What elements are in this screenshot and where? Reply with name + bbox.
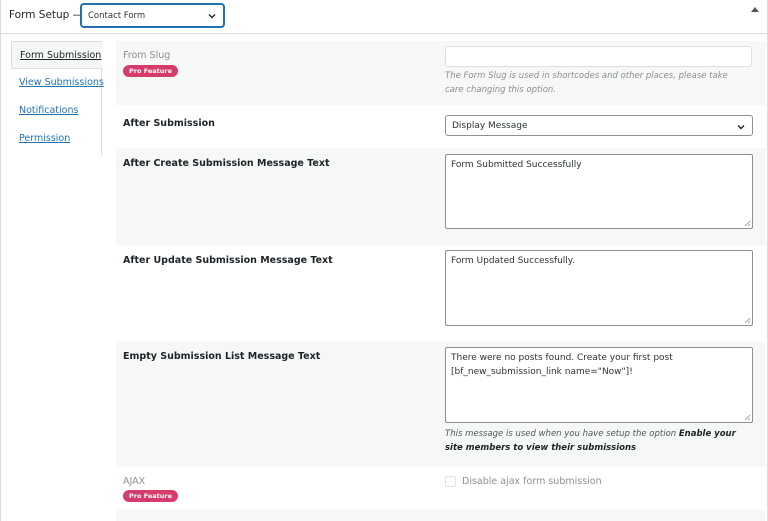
form-slug-input[interactable] xyxy=(445,46,752,67)
form-select-value: Contact Form xyxy=(88,11,146,21)
after-create-message-value: Form Submitted Successfully xyxy=(451,160,582,170)
tab-notifications[interactable]: Notifications xyxy=(11,97,102,125)
after-update-message-row: After Update Submission Message Text For… xyxy=(116,245,766,342)
after-update-message-value: Form Updated Successfully. xyxy=(451,256,575,266)
form-select[interactable]: Contact Form xyxy=(81,4,224,27)
empty-list-message-help-text: This message is used when you have setup… xyxy=(445,429,677,439)
ajax-label: AJAX xyxy=(123,476,146,487)
after-submission-value: Display Message xyxy=(452,121,528,131)
tab-view-submissions[interactable]: View Submissions xyxy=(11,69,104,97)
panel-header: Form Setup — Contact Form xyxy=(1,0,768,34)
after-create-message-row: After Create Submission Message Text For… xyxy=(116,148,766,245)
after-create-message-label: After Create Submission Message Text xyxy=(123,158,330,169)
settings-rows: From Slug Pro Feature The Form Slug is u… xyxy=(116,41,766,521)
after-submission-select[interactable]: Display Message xyxy=(445,115,753,136)
collapse-arrow-icon[interactable] xyxy=(751,6,759,12)
after-create-message-textarea[interactable]: Form Submitted Successfully xyxy=(445,154,753,229)
panel-title: Form Setup — xyxy=(9,9,84,21)
pro-feature-badge: Pro Feature xyxy=(123,65,179,77)
after-submission-label: After Submission xyxy=(123,118,215,129)
empty-list-message-line2: [bf_new_submission_link name="Now"]! xyxy=(451,367,633,377)
after-update-message-textarea[interactable]: Form Updated Successfully. xyxy=(445,250,753,326)
empty-list-message-label: Empty Submission List Message Text xyxy=(123,351,321,362)
form-slug-label: From Slug xyxy=(123,50,171,61)
form-slug-help: The Form Slug is used in shortcodes and … xyxy=(445,71,728,95)
disable-ajax-label: Disable ajax form submission xyxy=(462,476,602,487)
pro-feature-badge: Pro Feature xyxy=(123,490,179,502)
resize-handle-icon[interactable] xyxy=(744,220,751,227)
after-submission-row: After Submission Display Message xyxy=(116,105,766,148)
empty-list-message-row: Empty Submission List Message Text There… xyxy=(116,342,766,467)
tab-permission[interactable]: Permission xyxy=(11,125,102,153)
ajax-row: AJAX Pro Feature Disable ajax form submi… xyxy=(116,467,766,510)
form-slug-row: From Slug Pro Feature The Form Slug is u… xyxy=(116,41,766,105)
tab-form-submission[interactable]: Form Submission xyxy=(11,41,102,69)
settings-tabs: Form Submission View Submissions Notific… xyxy=(11,41,104,155)
chevron-down-icon xyxy=(208,14,216,19)
disable-ajax-checkbox[interactable] xyxy=(445,476,456,487)
resize-handle-icon[interactable] xyxy=(744,414,751,421)
empty-list-message-line1: There were no posts found. Create your f… xyxy=(451,353,673,363)
empty-list-message-textarea[interactable]: There were no posts found. Create your f… xyxy=(445,347,753,423)
after-update-message-label: After Update Submission Message Text xyxy=(123,255,333,266)
empty-list-message-help: This message is used when you have setup… xyxy=(445,427,745,455)
chevron-down-icon xyxy=(737,125,745,130)
resize-handle-icon[interactable] xyxy=(744,317,751,324)
next-setting-row xyxy=(116,510,766,521)
form-setup-panel: Form Setup — Contact Form Form Submissio… xyxy=(0,0,768,521)
